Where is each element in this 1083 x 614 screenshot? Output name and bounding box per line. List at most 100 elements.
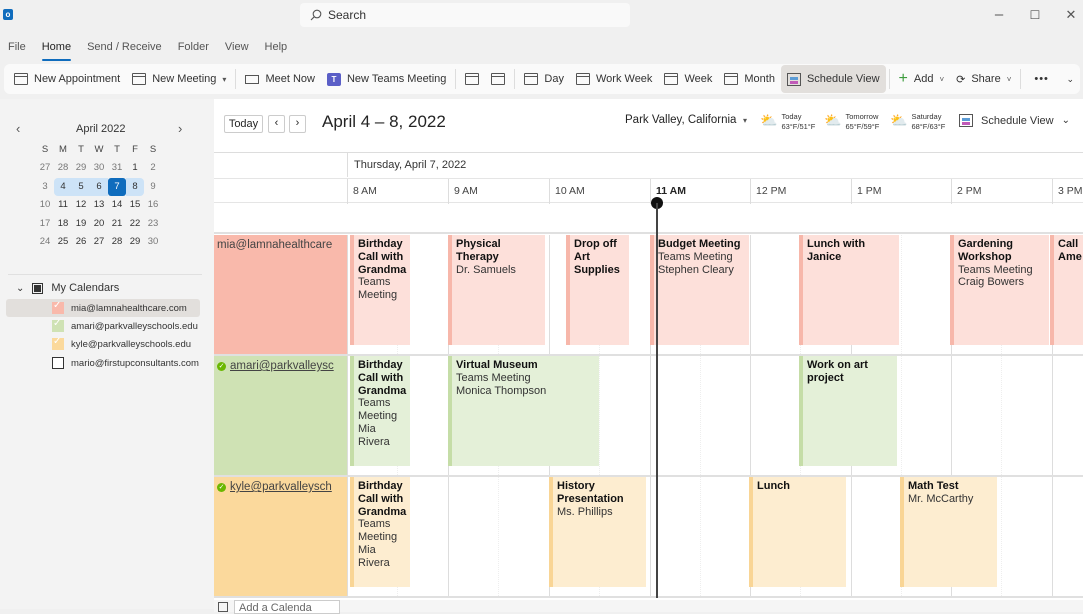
mini-calendar-day[interactable]: 18 [54, 215, 72, 233]
work-week-view-button[interactable]: Work Week [570, 65, 658, 93]
menu-home[interactable]: Home [34, 38, 79, 61]
location-selector[interactable]: Park Valley, California [625, 114, 736, 126]
mini-calendar-day[interactable]: 10 [36, 196, 54, 214]
mini-calendar-day[interactable]: 17 [36, 215, 54, 233]
mini-calendar-day[interactable]: 11 [54, 196, 72, 214]
mini-calendar-day[interactable]: 1 [126, 159, 144, 177]
mini-calendar-day[interactable]: 19 [72, 215, 90, 233]
mini-calendar-day[interactable]: 23 [144, 215, 162, 233]
mini-calendar-day[interactable]: 20 [90, 215, 108, 233]
new-teams-meeting-button[interactable]: T New Teams Meeting [321, 65, 452, 93]
mini-calendar-day[interactable]: 30 [144, 233, 162, 251]
next-button[interactable]: › [289, 115, 306, 133]
row-label-text[interactable]: kyle@parkvalleysch [230, 481, 332, 493]
row-label-text[interactable]: amari@parkvalleysc [230, 360, 334, 372]
mini-calendar-day[interactable]: 28 [108, 233, 126, 251]
menu-help[interactable]: Help [257, 38, 296, 58]
mini-calendar-day[interactable]: 8 [126, 177, 144, 197]
date-range-title: April 4 – 8, 2022 [322, 112, 446, 131]
next-7-days-button[interactable] [485, 65, 511, 93]
mini-calendar-day[interactable]: 13 [90, 196, 108, 214]
menu-file[interactable]: File [0, 38, 34, 58]
mini-calendar-day[interactable]: 22 [126, 215, 144, 233]
mini-calendar-day[interactable]: 12 [72, 196, 90, 214]
calendar-event[interactable]: Lunch with Janice [799, 235, 899, 345]
mini-calendar-day[interactable]: 2 [144, 159, 162, 177]
my-calendars-group[interactable]: ⌄ My Calendars [16, 282, 119, 294]
calendar-event[interactable]: Birthday Call with Grandma Teams Meeting [350, 235, 410, 345]
mini-calendar-day[interactable]: 27 [90, 233, 108, 251]
calendar-event[interactable]: Work on art project [799, 356, 897, 466]
mini-calendar-day[interactable]: 24 [36, 233, 54, 251]
chevron-left-icon[interactable]: ‹ [16, 121, 20, 136]
schedule-view-button[interactable]: Schedule View [780, 65, 886, 93]
mini-calendar-day[interactable]: 28 [54, 159, 72, 177]
minimize-button[interactable]: – [989, 6, 1009, 23]
expand-ribbon-button[interactable]: ⌄ [1060, 65, 1080, 93]
row-calendar-label[interactable]: ✓ kyle@parkvalleysch [214, 477, 347, 596]
mini-calendar-day[interactable]: 5 [72, 177, 90, 197]
mini-calendar-day[interactable]: 30 [90, 159, 108, 177]
new-meeting-button[interactable]: New Meeting ▾ [126, 65, 232, 93]
calendar-checkbox[interactable] [52, 336, 64, 350]
mini-calendar-day[interactable]: 29 [72, 159, 90, 177]
calendar-checkbox[interactable] [52, 357, 64, 369]
schedule-view-icon [786, 72, 801, 86]
mini-calendar-day[interactable]: 4 [54, 177, 72, 197]
calendar-checkbox[interactable] [52, 300, 64, 314]
calendar-event[interactable]: Physical Therapy Dr. Samuels [448, 235, 545, 345]
mini-calendar-day[interactable]: 21 [108, 215, 126, 233]
mini-calendar-day[interactable]: 3 [36, 178, 54, 196]
mini-calendar-day[interactable]: 25 [54, 233, 72, 251]
chevron-down-icon[interactable]: ▾ [743, 116, 747, 125]
mini-calendar-day[interactable]: 7 [108, 177, 126, 197]
more-options-button[interactable]: ••• [1028, 65, 1055, 93]
calendar-event[interactable]: Drop off Art Supplies [566, 235, 629, 345]
search-box[interactable]: Search [300, 3, 630, 27]
menu-view[interactable]: View [217, 38, 257, 58]
day-view-button[interactable]: Day [518, 65, 570, 93]
today-button[interactable]: Today [224, 115, 263, 133]
calendar-item[interactable]: amari@parkvalleyschools.edu [6, 317, 200, 335]
calendar-item[interactable]: mia@lamnahealthcare.com [6, 299, 200, 317]
calendar-event[interactable]: Birthday Call with Grandma Teams Meeting M… [350, 477, 410, 587]
calendar-item[interactable]: kyle@parkvalleyschools.edu [6, 335, 200, 353]
add-calendar-input[interactable]: Add a Calenda [234, 600, 340, 614]
mini-calendar-day[interactable]: 15 [126, 196, 144, 214]
calendar-event[interactable]: Virtual Museum Teams Meeting Monica Thomps… [448, 356, 599, 466]
mini-calendar-day[interactable]: 6 [90, 177, 108, 197]
mini-calendar-day[interactable]: 9 [144, 178, 162, 196]
mini-calendar-day[interactable]: 29 [126, 233, 144, 251]
new-appointment-button[interactable]: New Appointment [8, 65, 126, 93]
group-checkbox[interactable] [32, 282, 44, 294]
menu-folder[interactable]: Folder [170, 38, 217, 58]
calendar-event[interactable]: Birthday Call with Grandma Teams Meeting M… [350, 356, 410, 466]
mini-calendar-day[interactable]: 31 [108, 159, 126, 177]
mini-calendar-day[interactable]: 26 [72, 233, 90, 251]
calendar-event[interactable]: Gardening Workshop Teams Meeting Craig Bow… [950, 235, 1049, 345]
share-button[interactable]: ⟳ Share ˅ [950, 65, 1017, 93]
mini-calendar-day[interactable]: 27 [36, 159, 54, 177]
month-view-button[interactable]: Month [718, 65, 781, 93]
close-button[interactable]: ✕ [1061, 7, 1081, 23]
add-button[interactable]: + Add ˅ [893, 65, 951, 93]
row-calendar-label[interactable]: ✓ amari@parkvalleysc [214, 356, 347, 475]
view-selector[interactable]: Schedule View ⌄ [959, 114, 1070, 127]
calendar-event[interactable]: History Presentation Ms. Phillips [549, 477, 646, 587]
go-to-today-button[interactable] [459, 65, 485, 93]
calendar-item[interactable]: mario@firstupconsultants.com [6, 354, 200, 372]
chevron-right-icon[interactable]: › [178, 121, 182, 136]
calendar-event[interactable]: Budget Meeting Teams Meeting Stephen Clear… [650, 235, 749, 345]
mini-calendar-day[interactable]: 16 [144, 196, 162, 214]
calendar-event[interactable]: Lunch [749, 477, 846, 587]
menu-send-receive[interactable]: Send / Receive [79, 38, 170, 58]
mini-calendar-day[interactable]: 14 [108, 196, 126, 214]
week-view-button[interactable]: Week [658, 65, 718, 93]
calendar-checkbox[interactable] [52, 318, 64, 332]
row-calendar-label[interactable]: mia@lamnahealthcare [214, 235, 347, 354]
previous-button[interactable]: ‹ [268, 115, 285, 133]
maximize-button[interactable]: ☐ [1025, 8, 1045, 22]
calendar-event[interactable]: Call Ame [1050, 235, 1083, 345]
meet-now-button[interactable]: Meet Now [239, 65, 321, 93]
calendar-event[interactable]: Math Test Mr. McCarthy [900, 477, 997, 587]
